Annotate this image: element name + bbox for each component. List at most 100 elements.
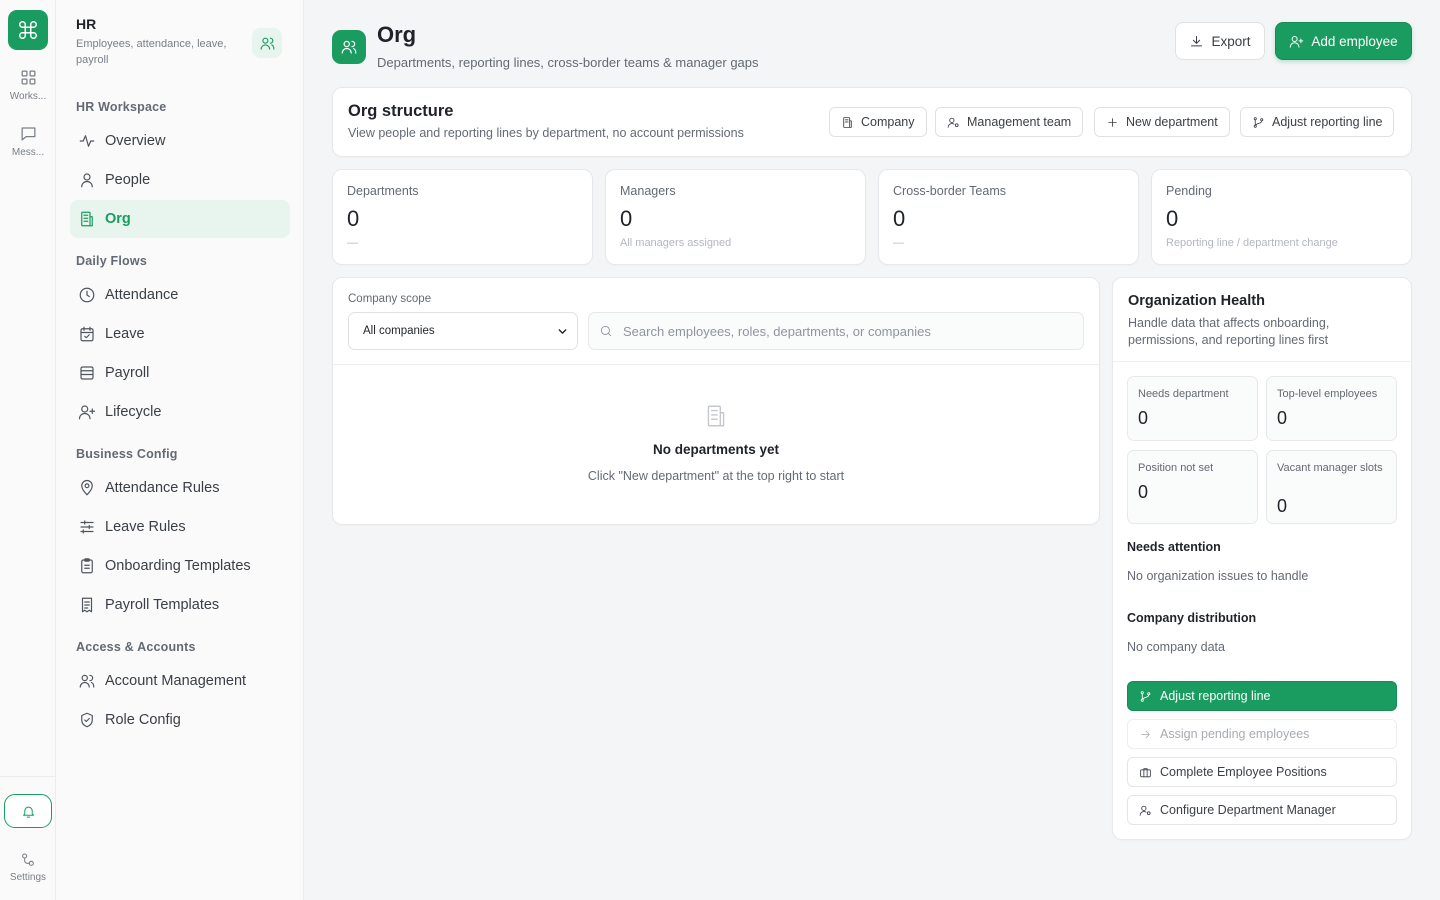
sidebar-item-label: Role Config [105, 712, 181, 728]
search-input[interactable] [623, 323, 1063, 339]
new-department-button[interactable]: New department [1094, 107, 1230, 137]
section-access-accounts: Access & Accounts [76, 640, 196, 654]
sidebar-item-label: Attendance Rules [105, 480, 220, 496]
add-employee-button[interactable]: Add employee [1275, 22, 1412, 60]
sidebar-item-label: Payroll [105, 365, 150, 381]
download-icon [1191, 35, 1203, 46]
stat-value: 0 [620, 206, 633, 231]
assign-pending-employees-button[interactable]: Assign pending employees [1127, 719, 1397, 749]
sidebar-item-label: Lifecycle [105, 404, 162, 420]
configure-department-manager-button[interactable]: Configure Department Manager [1127, 795, 1397, 825]
sidebar-item-leave[interactable]: Leave [70, 315, 290, 353]
metric-value: 0 [1138, 482, 1149, 502]
empty-state-title: No departments yet [652, 442, 780, 457]
company-distribution-title: Company distribution [1127, 611, 1257, 625]
chevron-down-icon [558, 329, 567, 334]
users-icon[interactable] [252, 28, 282, 58]
settings-icon [22, 853, 34, 866]
action-label: Configure Department Manager [1160, 803, 1336, 817]
sidebar-item-label: Org [105, 211, 131, 227]
sidebar-item-label: Onboarding Templates [105, 558, 251, 574]
user-plus-icon [1290, 35, 1304, 48]
company-button[interactable]: Company [829, 107, 927, 137]
app-rail: Works... Mess... Settings [0, 0, 56, 900]
clock-icon [79, 287, 95, 303]
sidebar-item-onboarding-templates[interactable]: Onboarding Templates [70, 547, 290, 585]
search-icon [600, 325, 612, 337]
export-button[interactable]: Export [1175, 22, 1265, 60]
stat-label: Managers [620, 184, 676, 198]
calendar-check-icon [80, 326, 94, 342]
sidebar-item-attendance[interactable]: Attendance [70, 276, 290, 314]
export-label: Export [1211, 33, 1251, 49]
arrow-right-icon [1141, 730, 1150, 738]
new-department-label: New department [1126, 115, 1218, 129]
rail-settings-label: Settings [9, 872, 47, 883]
management-team-button[interactable]: Management team [935, 107, 1084, 137]
section-business-config: Business Config [76, 447, 178, 461]
rail-item-messages[interactable]: Mess... [0, 124, 56, 158]
rail-item-settings[interactable]: Settings [0, 852, 56, 883]
sidebar-item-payroll[interactable]: Payroll [70, 354, 290, 392]
sidebar-item-label: People [105, 172, 151, 188]
sidebar-item-role-config[interactable]: Role Config [70, 701, 290, 739]
metric-vacant-manager-slots: Vacant manager slots 0 [1266, 450, 1397, 524]
page-title: Org [377, 22, 417, 47]
metric-value: 0 [1277, 496, 1288, 516]
activity-icon [79, 135, 95, 147]
complete-employee-positions-button[interactable]: Complete Employee Positions [1127, 757, 1397, 787]
stat-value: 0 [347, 206, 360, 231]
sidebar-item-org[interactable]: Org [70, 200, 290, 238]
user-icon [81, 173, 93, 188]
sidebar-item-lifecycle[interactable]: Lifecycle [70, 393, 290, 431]
sidebar-item-label: Account Management [105, 673, 247, 689]
rail-item-label: Works... [9, 91, 47, 102]
metric-needs-department: Needs department 0 [1127, 376, 1258, 441]
git-branch-icon [1253, 116, 1264, 128]
company-scope-select[interactable]: All companies [348, 312, 578, 350]
empty-building-icon [707, 405, 725, 427]
metric-top-level-employees: Top-level employees 0 [1266, 376, 1397, 441]
message-icon [21, 127, 35, 141]
sidebar-item-attendance-rules[interactable]: Attendance Rules [70, 469, 290, 507]
bell-icon [22, 806, 34, 818]
notification-button[interactable] [4, 794, 52, 828]
receipt-icon [81, 597, 93, 613]
company-distribution-text: No company data [1127, 640, 1225, 654]
stat-card-departments: Departments 0 — [332, 169, 593, 265]
building-icon [843, 116, 852, 128]
page-users-icon [332, 30, 366, 64]
health-adjust-reporting-line-button[interactable]: Adjust reporting line [1127, 681, 1397, 711]
sidebar-item-label: Overview [105, 133, 166, 149]
app-logo-icon[interactable] [8, 10, 48, 50]
adjust-reporting-line-button[interactable]: Adjust reporting line [1240, 107, 1395, 137]
org-structure-title: Org structure [348, 102, 454, 120]
company-scope-label: Company scope [348, 293, 432, 305]
stat-label: Cross-border Teams [893, 184, 1007, 198]
stat-value: 0 [893, 206, 906, 231]
sidebar-item-account-management[interactable]: Account Management [70, 662, 290, 700]
search-field[interactable] [588, 312, 1084, 350]
metric-value: 0 [1277, 408, 1288, 428]
section-daily-flows: Daily Flows [76, 254, 147, 268]
sidebar-item-leave-rules[interactable]: Leave Rules [70, 508, 290, 546]
management-team-label: Management team [967, 115, 1072, 129]
stat-value: 0 [1166, 206, 1179, 231]
sidebar-item-overview[interactable]: Overview [70, 122, 290, 160]
company-scope-value: All companies [363, 325, 435, 337]
sidebar-item-label: Payroll Templates [105, 597, 220, 613]
rail-item-workspace[interactable]: Works... [0, 68, 56, 102]
stat-label: Pending [1166, 184, 1212, 198]
company-scope-card: Company scope All companies No departmen… [332, 277, 1100, 525]
user-plus-icon [78, 405, 96, 420]
sidebar-item-payroll-templates[interactable]: Payroll Templates [70, 586, 290, 624]
add-employee-label: Add employee [1311, 33, 1398, 49]
briefcase-icon [1140, 767, 1151, 777]
building-icon [81, 211, 93, 227]
sidebar-header: HR Employees, attendance, leave, payroll [76, 16, 246, 68]
metric-label: Needs department [1138, 388, 1229, 400]
stat-card-cross-border: Cross-border Teams 0 — [878, 169, 1139, 265]
sliders-icon [80, 520, 94, 534]
sidebar-item-people[interactable]: People [70, 161, 290, 199]
users-icon [79, 674, 95, 688]
